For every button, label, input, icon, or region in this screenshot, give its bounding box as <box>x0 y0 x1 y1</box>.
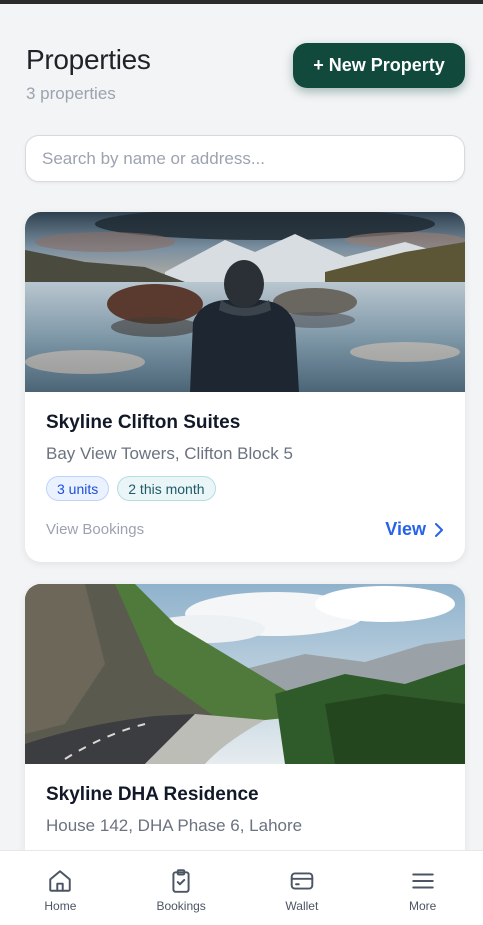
new-property-button[interactable]: + New Property <box>293 43 465 88</box>
chevron-right-icon <box>435 522 443 537</box>
view-link[interactable]: View <box>385 519 444 540</box>
property-badges: 3 units 2 this month <box>46 476 444 501</box>
search-input[interactable] <box>25 135 465 182</box>
bottom-navigation: Home Bookings Wallet More <box>0 850 483 925</box>
clipboard-check-icon <box>172 869 190 893</box>
page-header: Properties 3 properties <box>26 44 151 104</box>
menu-icon <box>411 873 434 889</box>
nav-wallet-label: Wallet <box>285 899 319 913</box>
property-address: Bay View Towers, Clifton Block 5 <box>46 444 293 463</box>
nav-home[interactable]: Home <box>15 851 105 913</box>
property-count: 3 properties <box>26 84 116 103</box>
nav-bookings[interactable]: Bookings <box>136 851 226 913</box>
units-badge: 3 units <box>46 476 110 501</box>
view-label: View <box>385 519 426 539</box>
property-name: Skyline DHA Residence <box>46 784 259 805</box>
card-footer: View Bookings View <box>46 519 444 540</box>
wallet-icon <box>290 872 314 890</box>
page-title: Properties <box>26 44 151 75</box>
property-card[interactable]: Skyline Clifton Suites Bay View Towers, … <box>25 212 465 562</box>
view-bookings-link[interactable]: View Bookings <box>46 521 144 538</box>
home-icon <box>49 870 72 892</box>
property-name: Skyline Clifton Suites <box>46 412 241 433</box>
window-top-bar <box>0 0 483 4</box>
property-card[interactable]: Skyline DHA Residence House 142, DHA Pha… <box>25 584 465 884</box>
property-photo-lake <box>25 212 465 392</box>
nav-wallet[interactable]: Wallet <box>257 851 347 913</box>
bookings-badge: 2 this month <box>117 476 216 501</box>
nav-more[interactable]: More <box>378 851 468 913</box>
nav-home-label: Home <box>44 899 77 913</box>
nav-bookings-label: Bookings <box>156 899 206 913</box>
nav-more-label: More <box>408 899 437 913</box>
property-photo-mountain-road <box>25 584 465 764</box>
property-address: House 142, DHA Phase 6, Lahore <box>46 816 303 835</box>
